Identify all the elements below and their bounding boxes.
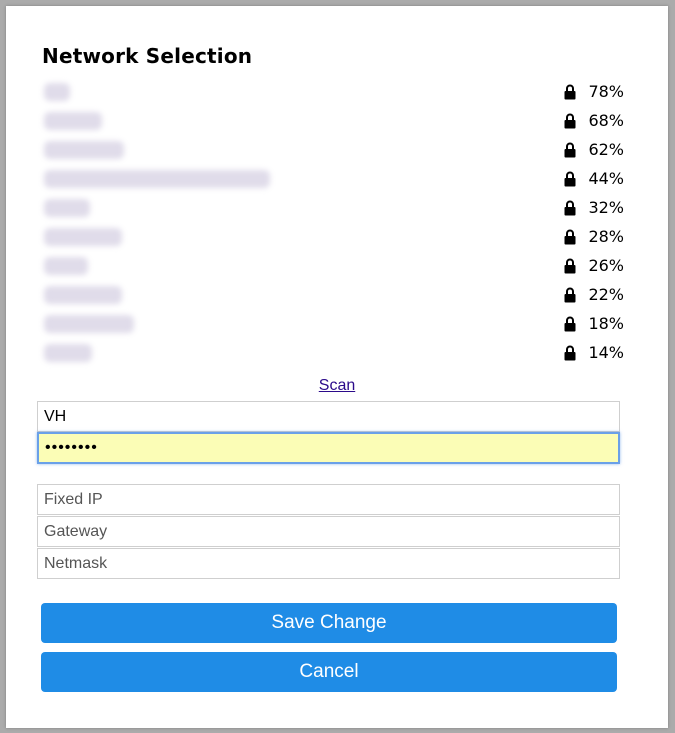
signal-strength: 78% [588, 82, 624, 101]
scan-link[interactable]: Scan [6, 377, 668, 395]
lock-icon [564, 200, 576, 216]
signal-strength: 32% [588, 198, 624, 217]
lock-icon [564, 229, 576, 245]
network-item-8[interactable]: 22% [44, 280, 628, 309]
network-item-4[interactable]: 44% [44, 164, 628, 193]
password-input[interactable] [37, 432, 620, 464]
network-item-10[interactable]: 14% [44, 338, 628, 367]
signal-strength: 14% [588, 343, 624, 362]
signal-strength: 68% [588, 111, 624, 130]
network-ssid-redacted [44, 315, 134, 333]
cancel-button[interactable]: Cancel [41, 652, 617, 692]
lock-icon [564, 84, 576, 100]
signal-strength: 22% [588, 285, 624, 304]
network-item-6[interactable]: 28% [44, 222, 628, 251]
lock-icon [564, 258, 576, 274]
lock-icon [564, 113, 576, 129]
network-list: 78% 68% 62% 44% 32% 28% 26% 22% 18% 14% [44, 77, 628, 367]
signal-strength: 44% [588, 169, 624, 188]
signal-strength: 26% [588, 256, 624, 275]
lock-icon [564, 287, 576, 303]
save-change-button[interactable]: Save Change [41, 603, 617, 643]
lock-icon [564, 142, 576, 158]
lock-icon [564, 316, 576, 332]
netmask-input[interactable] [37, 548, 620, 579]
network-ssid-redacted [44, 112, 102, 130]
network-item-2[interactable]: 68% [44, 106, 628, 135]
network-ssid-redacted [44, 257, 88, 275]
gateway-input[interactable] [37, 516, 620, 547]
network-item-9[interactable]: 18% [44, 309, 628, 338]
network-ssid-redacted [44, 83, 70, 101]
network-item-1[interactable]: 78% [44, 77, 628, 106]
network-ssid-redacted [44, 286, 122, 304]
network-ssid-redacted [44, 141, 124, 159]
network-item-7[interactable]: 26% [44, 251, 628, 280]
network-ssid-redacted [44, 199, 90, 217]
ssid-input[interactable] [37, 401, 620, 432]
network-config-card: Network Selection 78% 68% 62% 44% 32% 28… [6, 6, 668, 728]
network-ssid-redacted [44, 170, 270, 188]
network-item-5[interactable]: 32% [44, 193, 628, 222]
signal-strength: 62% [588, 140, 624, 159]
page-title: Network Selection [42, 44, 253, 68]
network-ssid-redacted [44, 228, 122, 246]
lock-icon [564, 345, 576, 361]
signal-strength: 18% [588, 314, 624, 333]
signal-strength: 28% [588, 227, 624, 246]
network-ssid-redacted [44, 344, 92, 362]
fixed-ip-input[interactable] [37, 484, 620, 515]
network-item-3[interactable]: 62% [44, 135, 628, 164]
lock-icon [564, 171, 576, 187]
